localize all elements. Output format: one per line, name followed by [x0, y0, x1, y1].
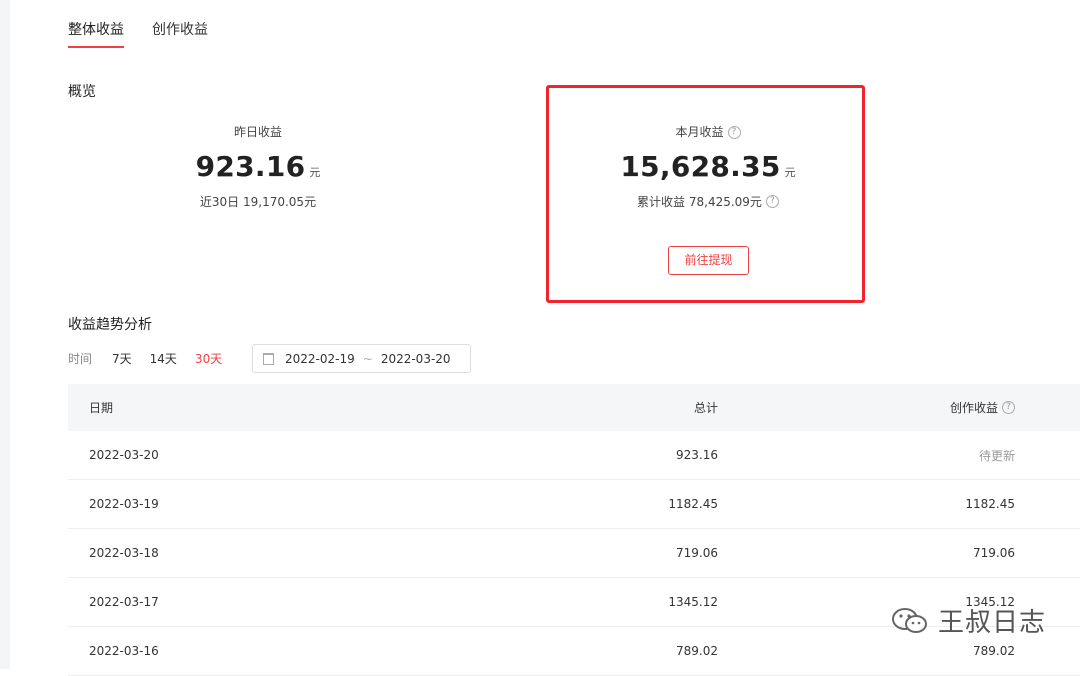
date-separator: ~	[362, 351, 373, 366]
table-row: 2022-03-20 923.16 待更新	[68, 431, 1080, 480]
month-earnings-label-text: 本月收益	[675, 125, 724, 139]
cell-creation: 1182.45	[965, 497, 1015, 511]
cell-creation: 待更新	[978, 448, 1015, 463]
month-earnings-card: 本月收益 ? 15,628.35 元 累计收益 78,425.09元 ?	[598, 122, 818, 210]
tab-creation-earnings[interactable]: 创作收益	[152, 19, 208, 48]
yesterday-earnings-label-text: 昨日收益	[233, 125, 282, 139]
table-row: 2022-03-18 719.06 719.06	[68, 529, 1080, 578]
cell-date: 2022-03-17	[89, 595, 159, 609]
cell-total: 719.06	[676, 546, 718, 560]
header-date: 日期	[89, 401, 114, 415]
calendar-icon	[263, 352, 274, 365]
time-label: 时间	[68, 351, 93, 366]
last-30-days-earnings-text: 近30日 19,170.05元	[199, 195, 317, 209]
cell-total: 1345.12	[668, 595, 718, 609]
yesterday-earnings-value: 923.16	[195, 150, 306, 183]
cell-creation: 719.06	[973, 546, 1015, 560]
month-earnings-label: 本月收益 ?	[598, 122, 818, 142]
range-7-days[interactable]: 7天	[112, 350, 132, 367]
total-earnings-text: 累计收益 78,425.09元	[637, 195, 762, 209]
month-earnings-value-row: 15,628.35 元	[598, 150, 818, 183]
header-creation-text: 创作收益	[949, 401, 998, 415]
cell-date: 2022-03-19	[89, 497, 159, 511]
last-30-days-earnings: 近30日 19,170.05元	[148, 193, 368, 210]
yesterday-earnings-unit: 元	[309, 166, 321, 179]
help-icon[interactable]: ?	[765, 195, 779, 208]
cell-total: 789.02	[676, 644, 718, 658]
yesterday-earnings-label: 昨日收益	[148, 122, 368, 142]
cell-date: 2022-03-20	[89, 448, 159, 462]
range-30-days[interactable]: 30天	[195, 350, 222, 367]
overview-title: 概览	[68, 84, 96, 100]
help-icon[interactable]: ?	[1002, 401, 1015, 414]
range-14-days[interactable]: 14天	[150, 350, 177, 367]
total-earnings: 累计收益 78,425.09元 ?	[598, 193, 818, 210]
date-end: 2022-03-20	[380, 351, 451, 366]
left-gutter	[0, 0, 10, 669]
watermark: 王叔日志	[890, 602, 1046, 639]
help-icon[interactable]: ?	[727, 125, 741, 139]
yesterday-earnings-card: 昨日收益 923.16 元 近30日 19,170.05元	[148, 122, 368, 210]
wechat-icon	[892, 607, 927, 633]
cell-date: 2022-03-16	[89, 644, 159, 658]
tab-bar: 整体收益 创作收益	[68, 19, 208, 48]
cell-date: 2022-03-18	[89, 546, 159, 560]
cell-creation: 789.02	[973, 644, 1015, 658]
header-creation: 创作收益 ?	[718, 399, 1015, 416]
table-header: 日期 总计 创作收益 ?	[68, 384, 1080, 431]
month-earnings-value: 15,628.35	[620, 150, 781, 183]
yesterday-earnings-value-row: 923.16 元	[148, 150, 368, 183]
trend-title: 收益趋势分析	[68, 317, 152, 333]
month-earnings-unit: 元	[784, 166, 796, 179]
time-range-filter: 时间 7天 14天 30天	[68, 346, 240, 370]
cell-total: 923.16	[676, 448, 718, 462]
watermark-text: 王叔日志	[938, 608, 1047, 638]
date-start: 2022-02-19	[285, 351, 355, 366]
withdraw-button[interactable]: 前往提现	[668, 246, 749, 275]
header-total: 总计	[693, 401, 718, 415]
date-range-picker[interactable]: 2022-02-19 ~ 2022-03-20	[252, 344, 471, 373]
cell-total: 1182.45	[668, 497, 718, 511]
tab-overall-earnings[interactable]: 整体收益	[68, 19, 124, 48]
table-row: 2022-03-19 1182.45 1182.45	[68, 480, 1080, 529]
